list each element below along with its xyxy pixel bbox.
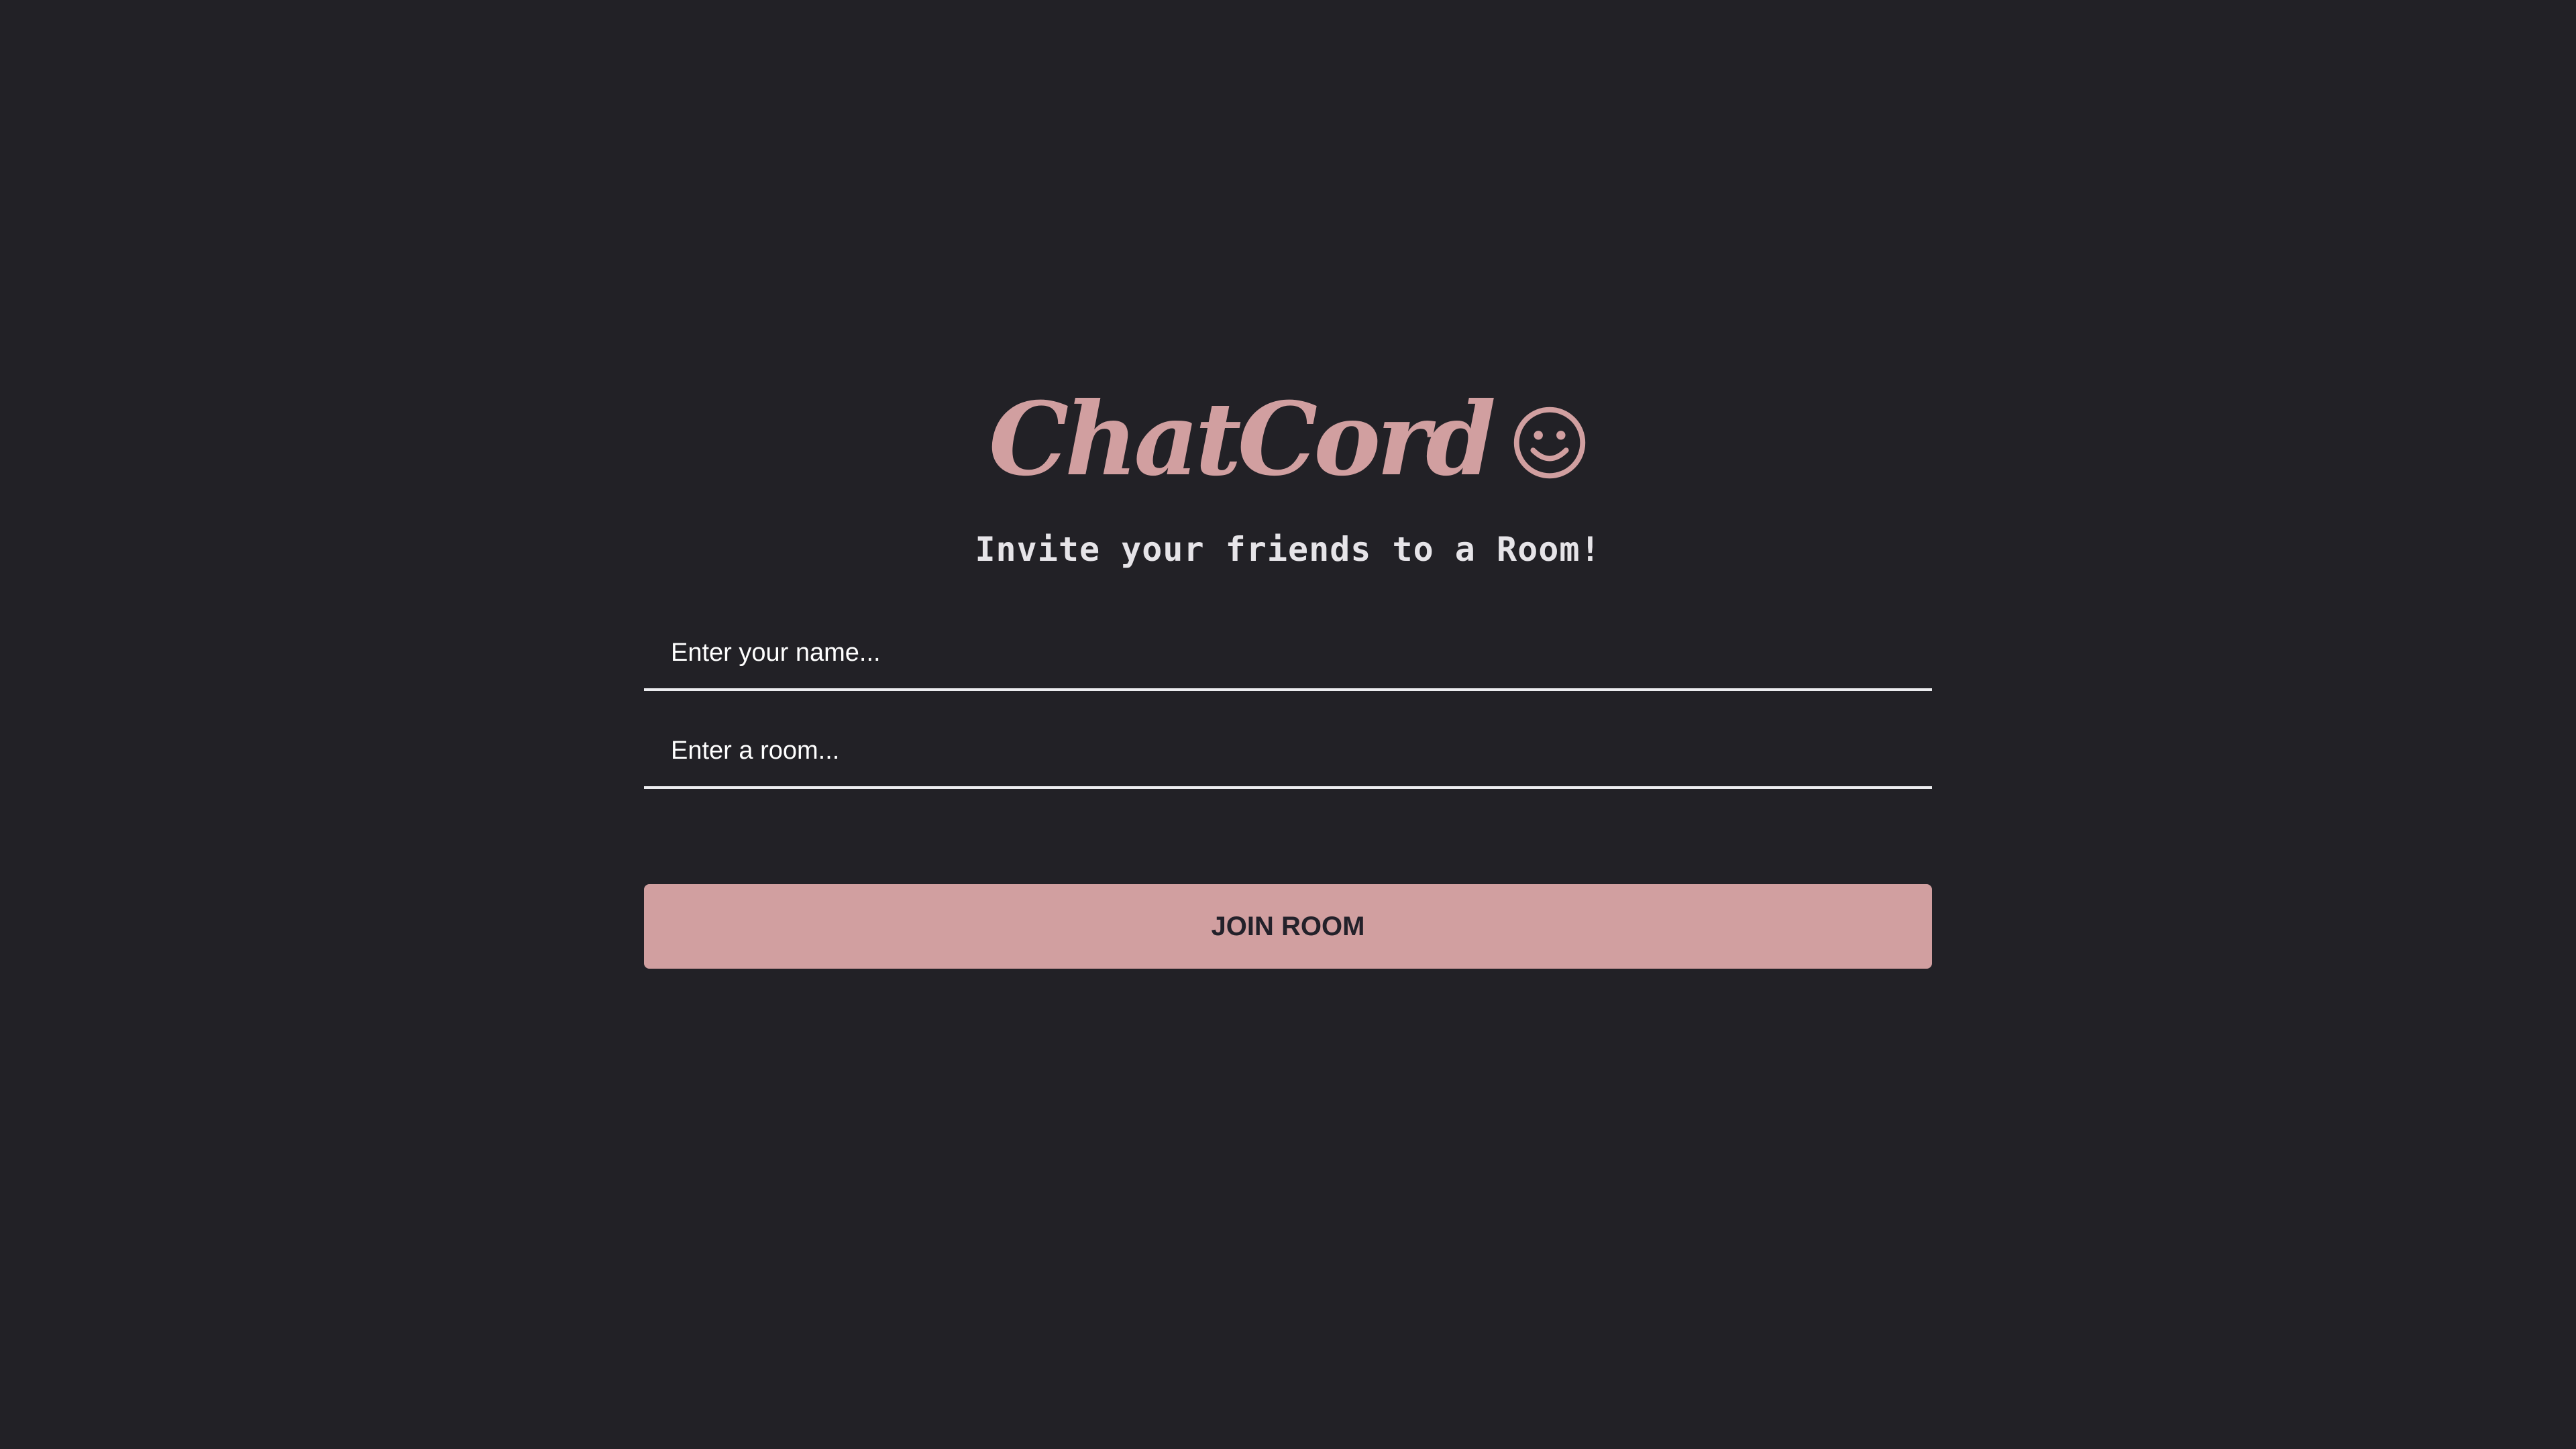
title-row: ChatCord: [644, 376, 1932, 503]
room-field-wrapper: [644, 715, 1932, 789]
room-input[interactable]: [644, 715, 1932, 786]
name-field-wrapper: [644, 617, 1932, 691]
app-title: ChatCord: [988, 380, 1496, 498]
name-input[interactable]: [644, 617, 1932, 688]
smiley-icon: [1512, 405, 1587, 480]
join-form-container: ChatCord Invite your friends to a Room! …: [644, 376, 1932, 969]
join-room-button[interactable]: JOIN ROOM: [644, 884, 1932, 969]
page-subtitle: Invite your friends to a Room!: [975, 530, 1601, 569]
